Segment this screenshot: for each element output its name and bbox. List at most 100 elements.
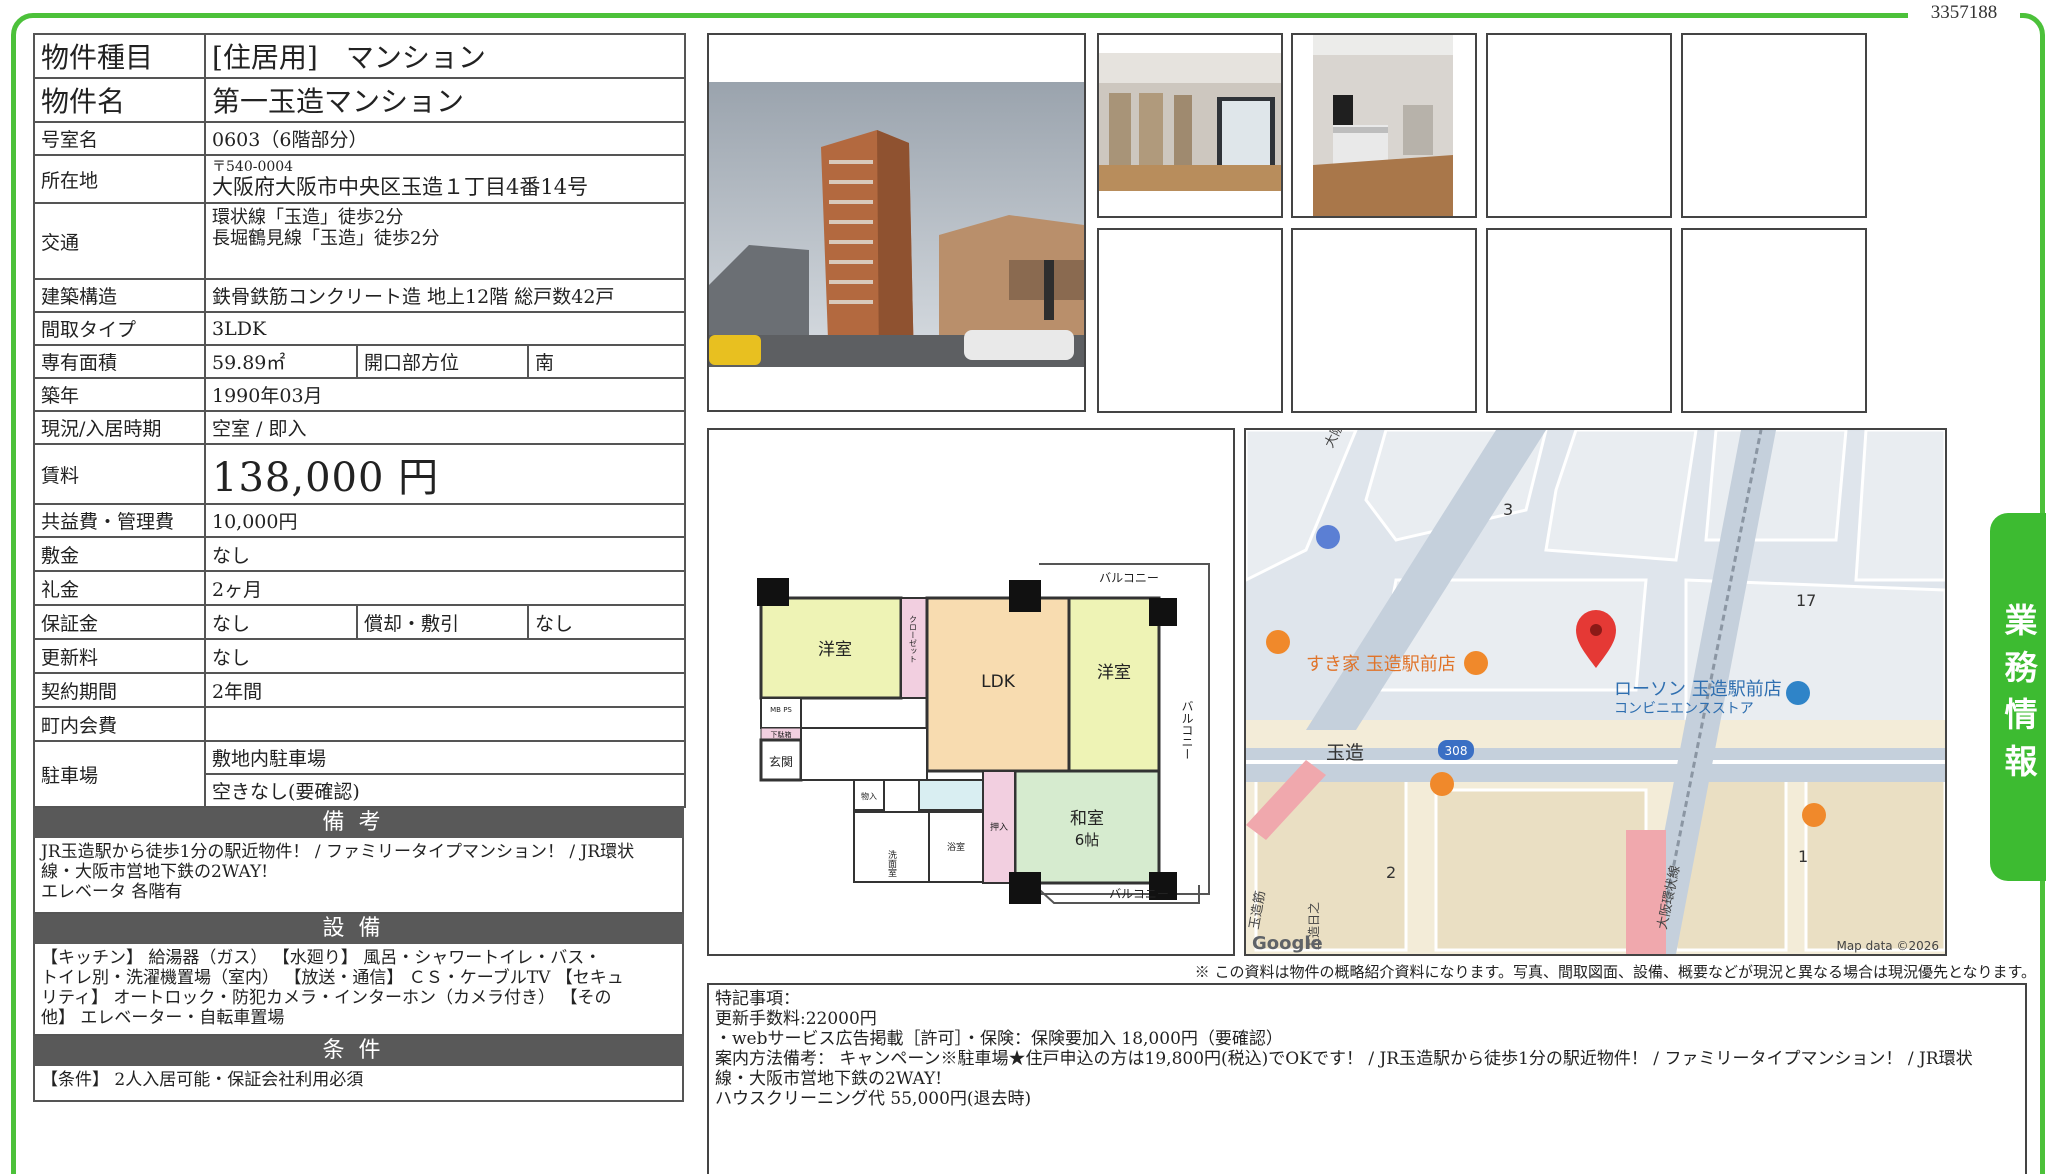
map-label-lawson-sub: コンビニエンスストア: [1614, 701, 1754, 717]
interior-photo-2[interactable]: [1291, 33, 1477, 218]
contract-label: 契約期間: [33, 672, 206, 708]
document-id: 3357188: [1908, 0, 2020, 26]
entrance-label: 玄関: [769, 754, 793, 769]
built-value: 1990年03月: [204, 377, 686, 412]
remarks-line-1: 特記事項：: [715, 989, 800, 1009]
renewal-label: 更新料: [33, 638, 206, 674]
photo-slot-4[interactable]: [1486, 33, 1672, 218]
address-value: 大阪府大阪市中央区玉造１丁目4番14号: [212, 175, 589, 199]
map-label-block-3: 3: [1503, 500, 1513, 519]
equipment-section-body: 【キッチン】 給湯器（ガス） 【水廻り】 風呂・シャワートイレ・バス・ トイレ別…: [33, 944, 684, 1036]
guarantee-label: 保証金: [33, 604, 206, 640]
equipment-line-1: 【キッチン】 給湯器（ガス） 【水廻り】 風呂・シャワートイレ・バス・: [41, 948, 602, 968]
remarks-line-6: ハウスクリーニング代 55,000円(退去時): [715, 1089, 1032, 1109]
layout-value: 3LDK: [204, 311, 686, 346]
floor-plan-panel[interactable]: 洋室 クローゼット LDK 洋室 和室 6帖 玄関 MB PS 下駄箱 物入 洗…: [707, 428, 1235, 956]
japanese-room-label: 和室: [1070, 809, 1104, 829]
transport-cell: 環状線「玉造」徒歩2分 長堀鶴見線「玉造」徒歩2分: [204, 202, 686, 280]
property-info-table: 物件種目 [住居用] マンション 物件名 第一玉造マンション 号室名 0603（…: [33, 33, 686, 808]
balcony-top-label: バルコニー: [1099, 571, 1159, 585]
interior-photo-1[interactable]: [1097, 33, 1283, 218]
layout-label: 間取タイプ: [33, 311, 206, 346]
deposit-label: 敷金: [33, 536, 206, 572]
western-room-1-label: 洋室: [818, 640, 852, 660]
map-canvas: 308 すき家 玉造駅前店 ローソン 玉造駅前店 コンビニエンスストア 玉造 3…: [1246, 430, 1945, 954]
built-label: 築年: [33, 377, 206, 412]
structure-value: 鉄骨鉄筋コンクリート造 地上12階 総戸数42戸: [204, 278, 686, 313]
area-label: 専有面積: [33, 344, 206, 379]
washroom-label: 洗面室: [886, 849, 897, 877]
balcony-side-label: バルコニー: [1180, 700, 1194, 760]
closet-label: クローゼット: [909, 615, 918, 663]
type-label: 物件種目: [33, 33, 206, 79]
area-value: 59.89㎡: [204, 344, 358, 379]
conditions-section-body: 【条件】 2人入居可能・保証会社利用必須: [33, 1066, 684, 1102]
route-number: 308: [1445, 744, 1468, 758]
status-value: 空室 / 即入: [204, 410, 686, 445]
remarks-line-4: 案内方法備考： キャンペーン※駐車場★住戸申込の方は19,800円(税込)でOK…: [715, 1049, 1973, 1069]
equipment-section-title: 設備: [33, 914, 684, 944]
rent-cell: 138,000 円: [204, 443, 686, 505]
photo-slot-6[interactable]: [1097, 228, 1283, 413]
photo-slot-8[interactable]: [1486, 228, 1672, 413]
map-attribution: Map data ©2026: [1836, 939, 1939, 953]
community-fee-label: 町内会費: [33, 706, 206, 742]
rent-label: 賃料: [33, 443, 206, 505]
disclaimer-notice: ※ この資料は物件の概略紹介資料になります。写真、間取図面、設備、概要などが現況…: [1194, 963, 2036, 981]
photo-slot-5[interactable]: [1681, 33, 1867, 218]
shoe-box-label: 下駄箱: [771, 730, 792, 739]
status-label: 現況/入居時期: [33, 410, 206, 445]
remarks-box: 特記事項： 更新手数料:22000円 ・webサービス広告掲載［許可］・保険：保…: [707, 983, 2027, 1174]
map-label-block-1: 1: [1798, 847, 1808, 866]
transport-line-2: 長堀鶴見線「玉造」徒歩2分: [212, 228, 440, 249]
key-money-value: 2ヶ月: [204, 570, 686, 606]
parking-line-1: 敷地内駐車場: [204, 740, 686, 775]
address-label: 所在地: [33, 154, 206, 204]
google-logo: Google: [1252, 933, 1323, 954]
deposit-value: なし: [204, 536, 686, 572]
interior-image-1: [1099, 53, 1281, 191]
building-exterior-image: [709, 82, 1084, 367]
renewal-value: なし: [204, 638, 686, 674]
photo-slot-9[interactable]: [1681, 228, 1867, 413]
room-label: 号室名: [33, 121, 206, 156]
contract-value: 2年間: [204, 672, 686, 708]
zip-code: 〒540-0004: [212, 159, 294, 175]
name-value: 第一玉造マンション: [204, 77, 686, 123]
notes-section-body: JR玉造駅から徒歩1分の駅近物件！ / ファミリータイプマンション！ / JR環…: [33, 838, 684, 914]
remarks-line-5: 線・大阪市営地下鉄の2WAY!: [715, 1069, 943, 1089]
transport-label: 交通: [33, 202, 206, 280]
interior-image-2: [1313, 35, 1453, 216]
building-exterior-photo[interactable]: [707, 33, 1086, 412]
notes-line-2: 線・大阪市営地下鉄の2WAY!: [41, 862, 269, 882]
transport-line-1: 環状線「玉造」徒歩2分: [212, 207, 404, 228]
bath-label: 浴室: [947, 841, 965, 853]
guarantee-value: なし: [204, 604, 358, 640]
map-label-block-2: 2: [1386, 863, 1396, 882]
floor-plan-drawing: 洋室 クローゼット LDK 洋室 和室 6帖 玄関 MB PS 下駄箱 物入 洗…: [757, 563, 1210, 904]
address-cell: 〒540-0004 大阪府大阪市中央区玉造１丁目4番14号: [204, 154, 686, 204]
location-map[interactable]: 308 すき家 玉造駅前店 ローソン 玉造駅前店 コンビニエンスストア 玉造 3…: [1244, 428, 1947, 956]
equipment-line-4: 他】 エレベーター・自転車置場: [41, 1008, 285, 1028]
business-info-tab-label: 業務情報: [1999, 603, 2038, 791]
parking-line-2: 空きなし(要確認): [204, 773, 686, 808]
community-fee-value: [204, 706, 686, 742]
photo-slot-7[interactable]: [1291, 228, 1477, 413]
parking-label: 駐車場: [33, 740, 206, 808]
western-room-2: [1067, 596, 1161, 773]
map-label-sukiya: すき家 玉造駅前店: [1306, 654, 1456, 675]
equipment-line-2: トイレ別・洗濯機置場（室内） 【放送・通信】 ＣＳ・ケーブルTV 【セキュ: [41, 968, 624, 988]
ldk-label: LDK: [981, 672, 1016, 692]
oshiire-label: 押入: [990, 821, 1008, 833]
equipment-line-3: リティ】 オートロック・防犯カメラ・インターホン（カメラ付き） 【その: [41, 988, 612, 1008]
business-info-tab[interactable]: 業務情報: [1990, 513, 2046, 881]
japanese-room-size: 6帖: [1075, 831, 1100, 849]
type-value: [住居用] マンション: [204, 33, 686, 79]
conditions-line-1: 【条件】 2人入居可能・保証会社利用必須: [41, 1070, 364, 1090]
rent-value: 138,000 円: [212, 455, 440, 501]
remarks-line-3: ・webサービス広告掲載［許可］・保険：保険要加入 18,000円（要確認）: [715, 1029, 1283, 1049]
western-room-2-label: 洋室: [1097, 663, 1131, 683]
key-money-label: 礼金: [33, 570, 206, 606]
remarks-line-2: 更新手数料:22000円: [715, 1009, 877, 1029]
map-label-station: 玉造: [1326, 742, 1364, 764]
